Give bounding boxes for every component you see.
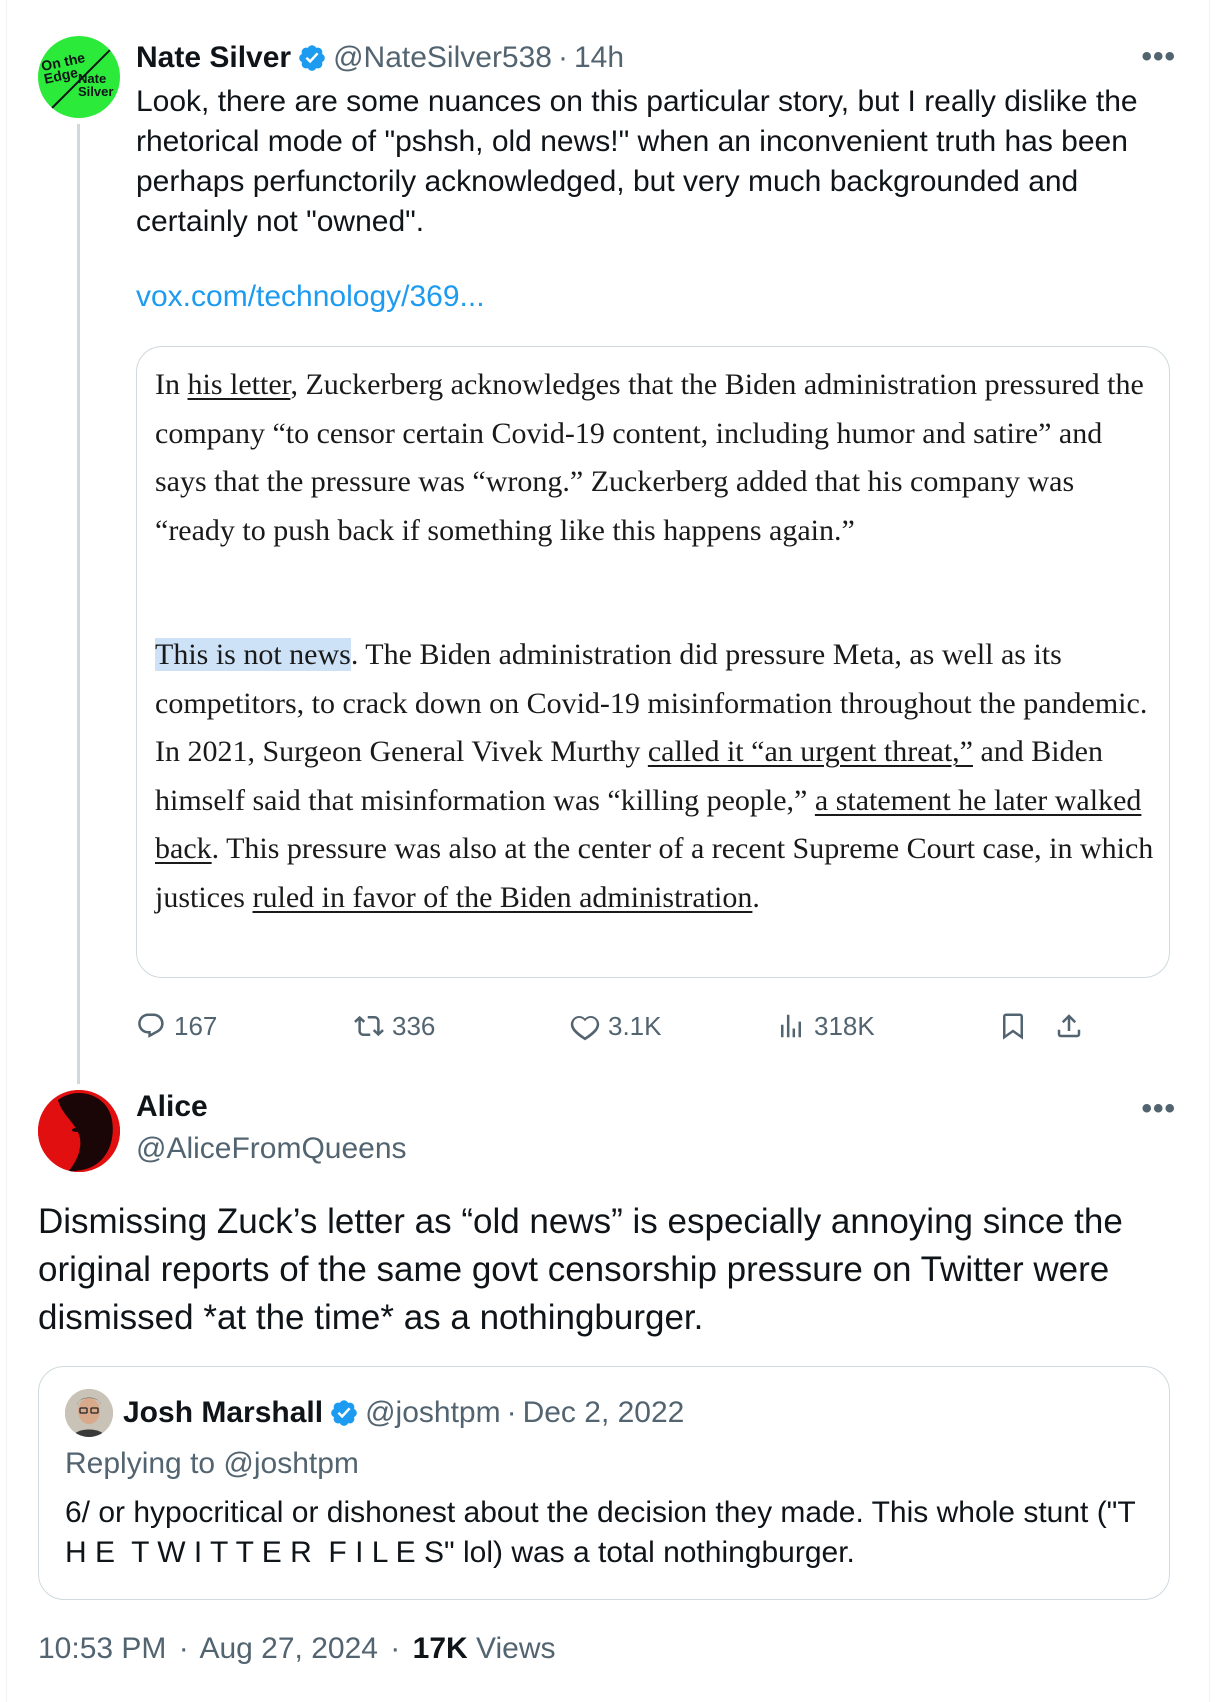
more-options-icon[interactable]: ••• [1141, 40, 1176, 74]
separator-dot: · [558, 41, 568, 74]
tweet-time[interactable]: 14h [574, 41, 624, 75]
avatar-text-name: Nate Silver [78, 71, 114, 99]
separator-dot: · [178, 1632, 189, 1665]
tweet-header: Nate Silver @NateSilver538 · 14h [136, 38, 624, 78]
separator-dot: · [390, 1632, 401, 1665]
reply-icon [138, 1013, 164, 1038]
avatar-nate-silver[interactable]: On the Edge Nate Silver [38, 36, 120, 118]
avatar-josh-marshall [65, 1389, 113, 1437]
quoted-author-handle: @joshtpm [365, 1396, 501, 1429]
retweet-button[interactable]: 336 [354, 1006, 435, 1046]
replying-to-label: Replying to @joshtpm [65, 1447, 359, 1480]
article-screenshot[interactable]: In his letter, Zuckerberg acknowledges t… [136, 346, 1170, 978]
reply-tweet-text: Dismissing Zuck’s letter as “old news” i… [38, 1202, 1123, 1337]
author-handle[interactable]: @NateSilver538 [333, 41, 552, 75]
like-button[interactable]: 3.1K [570, 1006, 662, 1046]
avatar-face-illustration [38, 1090, 120, 1172]
heart-icon [570, 1015, 600, 1041]
quoted-author-name: Josh Marshall [123, 1396, 324, 1429]
share-icon [1057, 1014, 1081, 1038]
reply-count: 167 [174, 1010, 218, 1041]
article-paragraph-2: This is not news. The Biden administrati… [155, 631, 1155, 922]
quoted-tweet-card[interactable]: Josh Marshall @joshtpm · Dec 2, 2022 Rep… [38, 1366, 1170, 1600]
more-options-icon[interactable]: ••• [1141, 1092, 1176, 1126]
reply-author-handle[interactable]: @AliceFromQueens [136, 1132, 407, 1166]
retweet-icon [354, 1015, 384, 1037]
views-total: 17K [412, 1632, 468, 1665]
article-link-letter: his letter [187, 368, 291, 401]
avatar-alice[interactable] [38, 1090, 120, 1172]
article-paragraph-1: In his letter, Zuckerberg acknowledges t… [155, 361, 1155, 555]
like-count: 3.1K [608, 1010, 662, 1041]
article-text: , Zuckerberg acknowledges that the Biden… [155, 368, 1144, 547]
quoted-tweet-text: 6/ or hypocritical or dishonest about th… [65, 1496, 1144, 1569]
avatar-photo-illustration [65, 1389, 113, 1437]
reply-button[interactable]: 167 [136, 1006, 217, 1046]
post-date[interactable]: Aug 27, 2024 [199, 1632, 378, 1665]
separator-dot: · [506, 1396, 517, 1429]
quoted-tweet-header: Josh Marshall @joshtpm · Dec 2, 2022 [123, 1391, 684, 1435]
action-bar: 167 336 3.1K 318K [136, 1006, 1176, 1046]
post-time[interactable]: 10:53 PM [38, 1632, 166, 1665]
verified-badge-icon [299, 45, 325, 71]
views-label: Views [476, 1632, 556, 1665]
verified-badge-icon [331, 1400, 357, 1426]
article-link-threat: called it “an urgent threat,” [647, 735, 973, 768]
tweet-meta-footer: 10:53 PM · Aug 27, 2024 · 17K Views [38, 1632, 556, 1666]
thread-connector-line [77, 124, 80, 1084]
views-button[interactable]: 318K [776, 1006, 875, 1046]
bookmark-button[interactable] [998, 1006, 1028, 1046]
views-count: 318K [814, 1010, 875, 1041]
article-link-ruled: ruled in favor of the Biden administrati… [252, 880, 753, 914]
bookmark-icon [1003, 1013, 1023, 1040]
article-text: . [752, 880, 760, 914]
article-highlight: This is not news [155, 638, 351, 671]
tweet-text: Look, there are some nuances on this par… [136, 85, 1138, 238]
reply-author-name[interactable]: Alice [136, 1090, 208, 1124]
quoted-tweet-date: Dec 2, 2022 [522, 1396, 685, 1429]
tweet-link[interactable]: vox.com/technology/369... [136, 280, 485, 314]
analytics-icon [781, 1014, 801, 1038]
article-text: In [155, 368, 188, 401]
author-name[interactable]: Nate Silver [136, 41, 291, 75]
retweet-count: 336 [392, 1010, 436, 1041]
share-button[interactable] [1054, 1006, 1084, 1046]
